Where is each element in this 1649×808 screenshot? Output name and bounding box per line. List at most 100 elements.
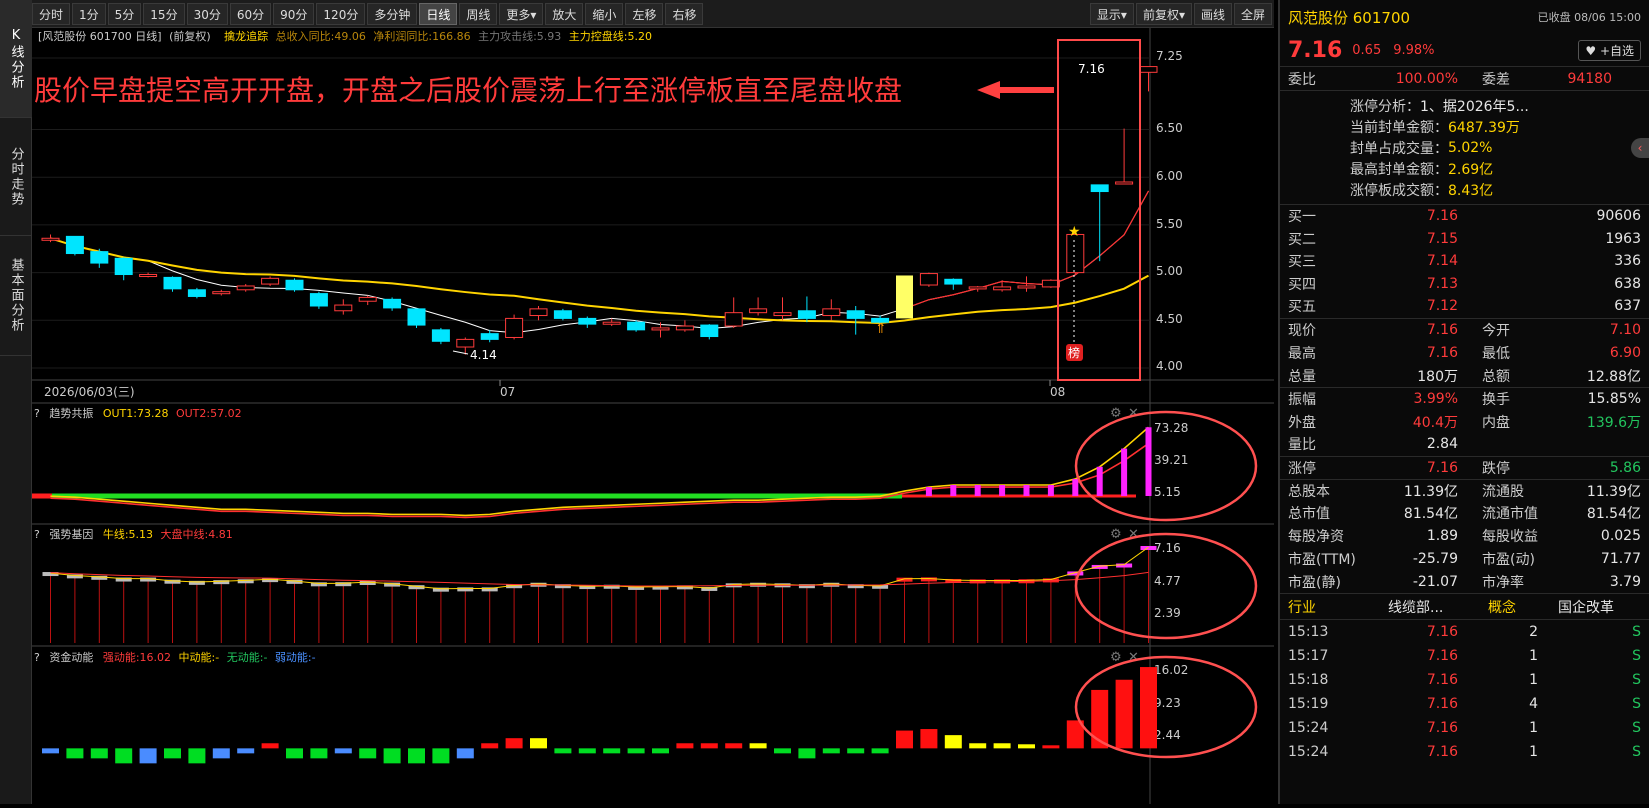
energy-bar — [408, 748, 425, 764]
tick-volume: 4 — [1529, 696, 1538, 713]
sub2-dapan: 大盘中线:4.81 — [161, 527, 233, 541]
tick-side: S — [1632, 696, 1641, 713]
high-price-label: 7.16 — [1078, 62, 1105, 76]
stats-value: 81.54亿 — [1586, 506, 1641, 523]
concept-value[interactable]: 国企改革 — [1558, 597, 1614, 617]
candle — [846, 310, 865, 319]
main-info-control: 主力控盘线:5.20 — [569, 29, 652, 43]
toolbar-right-item[interactable]: 全屏 — [1233, 2, 1272, 25]
stats-value: 11.39亿 — [1586, 483, 1641, 500]
energy-bar — [1042, 745, 1060, 749]
stats-row: 市盈(TTM) -25.79 市盈(动) 71.77 — [1280, 547, 1649, 570]
axis-label: 4.50 — [1156, 312, 1183, 326]
candle — [139, 274, 158, 278]
tab-fundamentals[interactable]: 基本面分析 — [0, 236, 32, 356]
trend-bar — [1023, 485, 1030, 496]
toolbar-right-item[interactable]: 前复权▾ — [1135, 2, 1192, 25]
industry-value[interactable]: 线缆部... — [1388, 597, 1488, 617]
stats-table: 现价 7.16 今开 7.10 最高 7.16 最低 6.90 总量 180万 总额 12.88亿 振幅… — [1280, 317, 1649, 594]
stats-value: 12.88亿 — [1586, 368, 1641, 385]
toolbar-item[interactable]: 缩小 — [585, 2, 624, 25]
toolbar-item[interactable]: 30分 — [186, 2, 228, 25]
candle — [163, 276, 182, 290]
sub3-none: 无动能:- — [227, 650, 268, 664]
toolbar-item[interactable]: 多分钟 — [367, 2, 418, 25]
candle — [309, 293, 328, 307]
energy-bar — [261, 743, 279, 749]
stats-row: 总股本 11.39亿 流通股 11.39亿 — [1280, 478, 1649, 502]
sub2-gear-icon[interactable]: ⚙ — [1110, 527, 1122, 542]
stats-label: 市盈(TTM) — [1288, 551, 1356, 568]
stats-value: 139.6万 — [1586, 414, 1641, 431]
stats-label: 涨停 — [1288, 460, 1316, 477]
toolbar-item[interactable]: 1分 — [72, 2, 106, 25]
toolbar-right-item[interactable]: 显示▾ — [1089, 2, 1134, 25]
heart-icon: ♥ — [1585, 43, 1597, 58]
sub2-info: ? 强势基因 牛线:5.13 大盘中线:4.81 — [34, 527, 233, 541]
energy-bar — [798, 748, 816, 759]
candle — [383, 298, 402, 309]
stats-label: 最高 — [1288, 345, 1316, 362]
tab-kline[interactable]: K线分析 — [0, 0, 32, 118]
tick-price: 7.16 — [1426, 720, 1458, 737]
collapse-panel-icon[interactable]: ‹ — [1631, 138, 1649, 158]
order-book: 买一 7.16 90606 买二 7.15 1963 买三 7.14 336 买四 7.13 638 买… — [1280, 204, 1649, 318]
trend-bar — [999, 485, 1006, 496]
trend-bar — [950, 485, 957, 496]
stats-row: 总市值 81.54亿 流通市值 81.54亿 — [1280, 502, 1649, 525]
energy-bar — [530, 738, 547, 749]
toolbar-item[interactable]: 60分 — [229, 2, 272, 25]
stats-label: 市净率 — [1482, 574, 1524, 591]
toolbar-item[interactable]: 日线 — [419, 2, 458, 25]
candle — [261, 277, 280, 285]
energy-bar — [871, 748, 889, 754]
toolbar-item[interactable]: 左移 — [625, 2, 664, 25]
stats-label: 流通市值 — [1482, 506, 1538, 523]
tick-price: 7.16 — [1426, 672, 1458, 689]
sub1-name: 趋势共振 — [49, 406, 93, 420]
toolbar-item[interactable]: 放大 — [545, 2, 584, 25]
toolbar-item[interactable]: 90分 — [273, 2, 315, 25]
industry-row: 行业 线缆部... 概念 国企改革 — [1280, 593, 1649, 619]
chart-svg[interactable]: [风范股份 601700 日线] (前复权) 擒龙追踪 总收入同比:49.06 … — [32, 28, 1274, 804]
stats-row: 每股净资 1.89 每股收益 0.025 — [1280, 525, 1649, 548]
tick-volume: 1 — [1529, 720, 1538, 737]
energy-bar — [456, 748, 474, 759]
stats-label: 振幅 — [1288, 392, 1316, 409]
toolbar-item[interactable]: 周线 — [459, 2, 498, 25]
toolbar-item[interactable]: 120分 — [316, 2, 366, 25]
candle — [968, 286, 987, 290]
main-info-adjust: (前复权) — [169, 29, 211, 43]
stats-value: 3.99% — [1413, 391, 1458, 408]
sub3-axis-label: 16.02 — [1154, 663, 1188, 677]
stats-value: 2.84 — [1426, 436, 1458, 453]
tick-volume: 1 — [1529, 744, 1538, 761]
toolbar-right-item[interactable]: 画线 — [1193, 2, 1232, 25]
sub2-close-icon[interactable]: ✕ — [1128, 527, 1139, 542]
energy-bar — [774, 748, 791, 754]
add-watchlist-button[interactable]: ♥ +自选 — [1578, 39, 1641, 61]
chart-area[interactable]: [风范股份 601700 日线] (前复权) 擒龙追踪 总收入同比:49.06 … — [32, 28, 1274, 804]
stats-label: 流通股 — [1482, 483, 1524, 500]
sub2-name: 强势基因 — [49, 528, 93, 541]
toolbar-item[interactable]: 15分 — [143, 2, 185, 25]
sub3-close-icon[interactable]: ✕ — [1128, 650, 1139, 665]
gene-bar — [457, 587, 474, 592]
candle — [1041, 279, 1060, 288]
candle — [285, 279, 304, 291]
toolbar-item[interactable]: 分时 — [32, 2, 71, 25]
stats-label: 最低 — [1482, 345, 1510, 362]
limit-up-label: 封单占成交量： — [1350, 140, 1448, 157]
stats-label: 每股收益 — [1482, 528, 1538, 545]
sub1-axis-label: 5.15 — [1154, 485, 1181, 499]
toolbar-item[interactable]: 更多▾ — [499, 2, 544, 25]
energy-bar — [383, 748, 401, 764]
stats-row: 总量 180万 总额 12.88亿 — [1280, 364, 1649, 387]
toolbar-item[interactable]: 右移 — [665, 2, 704, 25]
tab-timeshare[interactable]: 分时走势 — [0, 118, 32, 236]
candle — [65, 235, 84, 255]
toolbar-item[interactable]: 5分 — [107, 2, 142, 25]
trend-bar — [1072, 478, 1079, 496]
main-info-profit: 净利润同比:166.86 — [373, 29, 470, 43]
trend-bar — [1047, 485, 1054, 496]
